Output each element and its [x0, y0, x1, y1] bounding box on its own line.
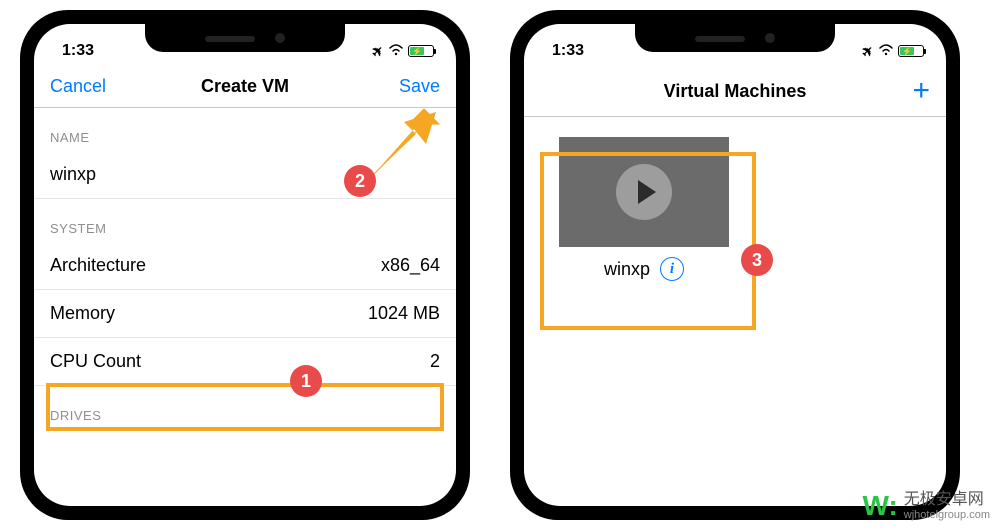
watermark-title: 无极安卓网 [904, 491, 990, 509]
mem-label: Memory [50, 303, 115, 324]
vm-name: winxp [604, 259, 650, 280]
navbar: Virtual Machines + [524, 68, 946, 117]
cpu-value: 2 [430, 351, 440, 372]
phone-left: 1:33 ✈ ⚡ Cancel Create VM Save NAME winx… [20, 10, 470, 520]
section-drives-header: DRIVES [34, 386, 456, 429]
cpu-row[interactable]: CPU Count 2 [34, 338, 456, 386]
vm-tile-winxp[interactable]: winxp i [544, 137, 744, 281]
wifi-icon [388, 43, 404, 59]
watermark: W: 无极安卓网 wjhotelgroup.com [863, 490, 990, 522]
status-time: 1:33 [552, 42, 584, 60]
watermark-url: wjhotelgroup.com [904, 509, 990, 521]
phone-right: 1:33 ✈ ⚡ Virtual Machines + [510, 10, 960, 520]
battery-icon: ⚡ [408, 45, 434, 57]
add-button[interactable]: + [912, 74, 930, 107]
mem-value: 1024 MB [368, 303, 440, 324]
airplane-icon: ✈ [368, 41, 388, 61]
page-title: Virtual Machines [620, 81, 850, 102]
airplane-icon: ✈ [858, 41, 878, 61]
notch [635, 24, 835, 52]
memory-row[interactable]: Memory 1024 MB [34, 290, 456, 338]
vm-thumbnail[interactable] [559, 137, 729, 247]
battery-icon: ⚡ [898, 45, 924, 57]
notch [145, 24, 345, 52]
annotation-badge-1: 1 [290, 365, 322, 397]
status-time: 1:33 [62, 42, 94, 60]
arch-label: Architecture [50, 255, 146, 276]
wifi-icon [878, 43, 894, 59]
arch-value: x86_64 [381, 255, 440, 276]
phone-comparison: 1:33 ✈ ⚡ Cancel Create VM Save NAME winx… [0, 0, 1000, 530]
watermark-logo-icon: W: [863, 490, 898, 522]
info-icon[interactable]: i [660, 257, 684, 281]
cpu-label: CPU Count [50, 351, 141, 372]
play-icon [616, 164, 672, 220]
architecture-row[interactable]: Architecture x86_64 [34, 242, 456, 290]
navbar: Cancel Create VM Save [34, 68, 456, 108]
annotation-badge-2: 2 [344, 165, 376, 197]
cancel-button[interactable]: Cancel [50, 76, 106, 96]
save-button[interactable]: Save [399, 76, 440, 96]
annotation-badge-3: 3 [741, 244, 773, 276]
annotation-arrow [364, 104, 444, 184]
section-system-header: SYSTEM [34, 199, 456, 242]
name-value: winxp [50, 164, 96, 185]
page-title: Create VM [130, 76, 360, 97]
